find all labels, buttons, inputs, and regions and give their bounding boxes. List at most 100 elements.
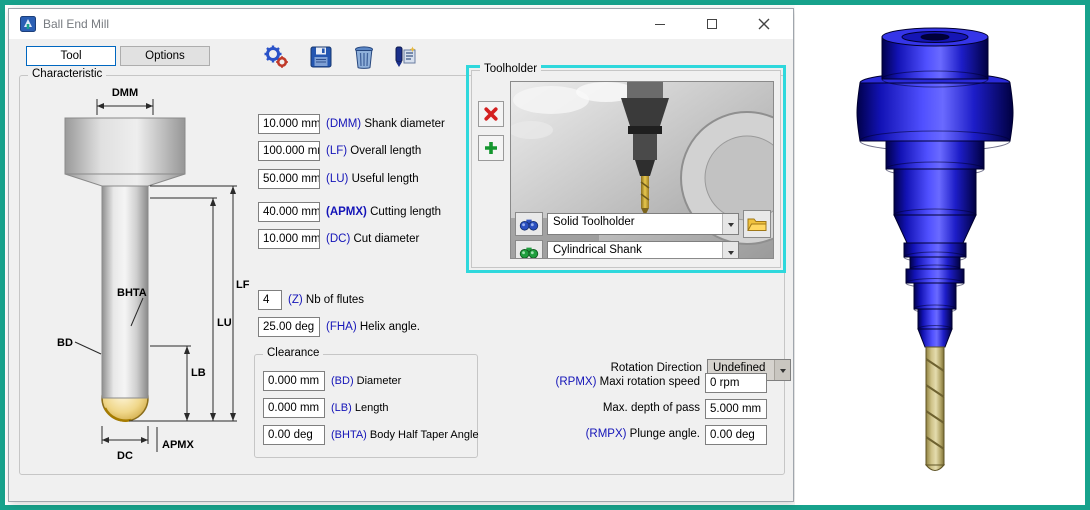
max-depth-pass-label: Max. depth of pass [440, 402, 700, 414]
helix-angle-row: 25.00 deg (FHA) Helix angle. [258, 317, 420, 337]
helix-angle-label: Helix angle. [360, 321, 420, 333]
flutes-label: Nb of flutes [306, 294, 364, 306]
delete-tool-button[interactable] [349, 43, 379, 71]
z-code: (Z) [288, 294, 303, 306]
maximize-icon [707, 19, 717, 29]
rpmx-code: (RPMX) [556, 376, 597, 388]
lf-code: (LF) [326, 145, 347, 157]
rmpx-code: (RMPX) [586, 428, 627, 440]
window-title: Ball End Mill [43, 17, 109, 31]
cutting-length-row: 40.000 mm (APMX) Cutting length [258, 202, 441, 222]
max-rotation-speed-field[interactable]: 0 rpm [705, 373, 767, 393]
shank-dropdown-arrow-icon [722, 242, 738, 259]
close-button[interactable] [747, 11, 781, 37]
plunge-angle-field[interactable]: 0.00 deg [705, 425, 767, 445]
minimize-button[interactable] [643, 11, 677, 37]
dc-code: (DC) [326, 233, 350, 245]
cut-diameter-field[interactable]: 10.000 mm [258, 229, 320, 249]
flutes-row: 4 (Z) Nb of flutes [258, 290, 364, 310]
diagram-label-lu: LU [217, 317, 232, 329]
overall-length-field[interactable]: 100.000 mm [258, 141, 320, 161]
rotation-dropdown-arrow-icon [774, 360, 790, 380]
tool-schematic-diagram: DMM LF LU LB [24, 86, 256, 468]
diagram-label-lb: LB [191, 367, 206, 379]
diagram-label-dmm: DMM [112, 87, 138, 99]
lu-code: (LU) [326, 173, 348, 185]
diagram-label-lf: LF [236, 279, 250, 291]
shank-type-select[interactable]: Cylindrical Shank [547, 241, 739, 259]
clearance-length-label: Length [355, 402, 389, 414]
machining-settings-button[interactable] [261, 43, 291, 71]
save-icon [309, 45, 333, 69]
toolholder-3d-model [795, 17, 1075, 487]
shank-type-value: Cylindrical Shank [548, 242, 722, 259]
max-rotation-speed-text: Maxi rotation speed [600, 376, 700, 388]
gears-icon [262, 44, 290, 70]
close-icon [758, 18, 770, 30]
app-icon [20, 16, 36, 32]
cutting-length-field[interactable]: 40.000 mm [258, 202, 320, 222]
titlebar: Ball End Mill [9, 9, 793, 39]
screenshot-frame: Ball End Mill Tool Options [0, 0, 1090, 510]
toolholder-group-label: Toolholder [480, 63, 541, 75]
binoculars-blue-icon [519, 217, 539, 231]
overall-length-row: 100.000 mm (LF) Overall length [258, 141, 421, 161]
maximize-button[interactable] [695, 11, 729, 37]
tool-data-icon [392, 45, 418, 70]
toolholder-preview-image: Solid Toolholder [510, 81, 774, 259]
open-toolholder-library-button[interactable] [743, 210, 771, 238]
tab-tool[interactable]: Tool [26, 46, 116, 66]
lb-code: (LB) [331, 402, 352, 414]
max-depth-pass-text: Max. depth of pass [603, 402, 700, 414]
characteristic-group-label: Characteristic [28, 68, 106, 80]
cut-diameter-row: 10.000 mm (DC) Cut diameter [258, 229, 419, 249]
apmx-code: (APMX) [326, 206, 367, 218]
clearance-diameter-row: 0.000 mm (BD) Diameter [263, 371, 401, 391]
bhta-code: (BHTA) [331, 429, 367, 441]
shank-diameter-label: Shank diameter [364, 118, 445, 130]
diagram-label-dc: DC [117, 450, 133, 462]
cut-diameter-label: Cut diameter [353, 233, 419, 245]
tab-tool-label: Tool [60, 50, 81, 62]
body-half-taper-angle-field[interactable]: 0.00 deg [263, 425, 325, 445]
toolholder-dropdown-arrow-icon [722, 214, 738, 234]
helix-angle-field[interactable]: 25.00 deg [258, 317, 320, 337]
plunge-angle-text: Plunge angle. [630, 428, 700, 440]
browse-toolholder-button[interactable] [515, 212, 543, 236]
clearance-length-field[interactable]: 0.000 mm [263, 398, 325, 418]
overall-length-label: Overall length [350, 145, 421, 157]
cutting-length-label: Cutting length [370, 206, 441, 218]
shank-diameter-field[interactable]: 10.000 mm [258, 114, 320, 134]
toolholder-highlight-frame: Toolholder [466, 65, 786, 273]
browse-shank-button[interactable] [515, 240, 543, 259]
toolholder-type-value: Solid Toolholder [548, 214, 722, 234]
flutes-field[interactable]: 4 [258, 290, 282, 310]
useful-length-row: 50.000 mm (LU) Useful length [258, 169, 419, 189]
fha-code: (FHA) [326, 321, 357, 333]
save-button[interactable] [306, 43, 336, 71]
plunge-angle-label: (RMPX) Plunge angle. [440, 428, 700, 440]
green-plus-icon [483, 140, 499, 156]
folder-icon [747, 216, 767, 232]
red-x-icon [483, 106, 499, 122]
useful-length-label: Useful length [352, 173, 419, 185]
dmm-code: (DMM) [326, 118, 361, 130]
rotation-direction-label: Rotation Direction [424, 362, 702, 374]
max-depth-pass-field[interactable]: 5.000 mm [705, 399, 767, 419]
ball-end-mill-dialog: Ball End Mill Tool Options [8, 8, 794, 502]
tool-3d-preview-panel [795, 5, 1085, 505]
toolholder-type-select[interactable]: Solid Toolholder [547, 213, 739, 235]
binoculars-green-icon [519, 245, 539, 259]
clearance-diameter-label: Diameter [357, 375, 402, 387]
clearance-diameter-field[interactable]: 0.000 mm [263, 371, 325, 391]
diagram-label-bhta: BHTA [117, 287, 147, 299]
diagram-label-bd: BD [57, 337, 73, 349]
minimize-icon [655, 24, 665, 25]
remove-toolholder-button[interactable] [478, 101, 504, 127]
useful-length-field[interactable]: 50.000 mm [258, 169, 320, 189]
shank-diameter-row: 10.000 mm (DMM) Shank diameter [258, 114, 445, 134]
tool-data-button[interactable] [390, 43, 420, 71]
tab-options[interactable]: Options [120, 46, 210, 66]
toolholder-group: Toolholder [471, 70, 781, 268]
add-toolholder-button[interactable] [478, 135, 504, 161]
